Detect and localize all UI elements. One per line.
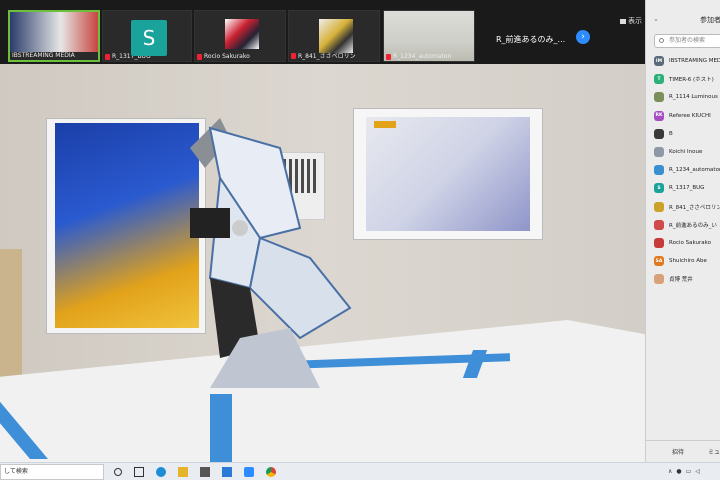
view-button[interactable]: 表示 (620, 16, 642, 26)
participant-avatar (654, 147, 664, 158)
participant-row[interactable]: Rocio Sakurako (654, 234, 720, 252)
participant-avatar (654, 92, 664, 103)
participant-row[interactable]: R_841_ささペロリン (654, 198, 720, 216)
network-icon[interactable]: ▭ (686, 468, 692, 475)
participant-avatar (654, 165, 664, 176)
participant-row[interactable]: 貞博 荒井 (654, 270, 720, 288)
participant-list: IM IBSTREAMING MEDI T TIMER-6 (ホスト) R_1114 L… (654, 52, 720, 288)
participant-row[interactable]: RK Referee KIUCHI (654, 107, 720, 125)
participant-name: B (669, 130, 673, 137)
participants-panel: ⌄ 参加者 参加者の検索 IM IBSTREAMING MEDI T TIMER-6 … (645, 0, 720, 462)
video-tape (210, 394, 232, 462)
video-shelf (0, 249, 22, 379)
participant-name: TIMER-6 (ホスト) (669, 77, 714, 84)
thumbnail-label: IBSTREAMING MEDIA (12, 52, 75, 59)
thumbnail-r1234[interactable]: R_1234_automaton (383, 10, 475, 62)
thumbnail-label: R_841_ささペロリン (291, 51, 356, 60)
avatar: S (131, 20, 167, 56)
mic-muted-icon (105, 53, 110, 60)
participant-name: Rocio Sakurako (669, 239, 711, 246)
mic-muted-icon (386, 53, 391, 60)
thumbnail-video (319, 19, 353, 53)
participant-avatar (654, 128, 664, 139)
zoom-icon[interactable] (244, 467, 254, 477)
system-tray: ∧ ● ▭ ◁ (668, 468, 700, 475)
participant-name: R_841_ささペロリン (669, 204, 720, 211)
participant-row[interactable]: R_1234_automaton (654, 161, 720, 179)
search-icon (659, 38, 664, 43)
grid-icon (620, 18, 626, 24)
participant-name: Koichi Inoue (669, 149, 703, 156)
participant-search-input[interactable]: 参加者の検索 (654, 34, 720, 48)
thumbnail-strip: IBSTREAMING MEDIA R_1317_BUG S Rocio Sak… (0, 0, 645, 64)
mic-muted-icon (291, 52, 296, 59)
next-page-button[interactable]: › (576, 30, 590, 44)
participant-avatar (654, 274, 664, 285)
thumbnail-rocio[interactable]: Rocio Sakurako (194, 10, 286, 62)
chevron-down-icon[interactable]: ⌄ (653, 15, 659, 23)
thumbnail-r841[interactable]: R_841_ささペロリン (288, 10, 380, 62)
participant-avatar: IM (654, 56, 664, 67)
mute-all-button[interactable]: ミュ (708, 447, 720, 456)
participant-row[interactable]: SA Shuichiro Abe (654, 252, 720, 270)
mail-icon[interactable] (222, 467, 232, 477)
active-speaker-name: R_前進あるのみ_... (496, 35, 566, 44)
participant-name: R_1114 Luminous (669, 94, 718, 101)
participant-avatar: T (654, 74, 664, 85)
main-video (0, 64, 645, 462)
thumbnail-video (10, 12, 98, 52)
panel-footer: 招待 ミュ (646, 440, 720, 462)
invite-button[interactable]: 招待 (672, 447, 684, 456)
participant-name: R_1317_BUG (669, 185, 705, 192)
mic-muted-icon (197, 53, 202, 60)
participant-row[interactable]: B (654, 125, 720, 143)
participant-row[interactable]: S R_1317_BUG (654, 179, 720, 197)
panel-header: ⌄ 参加者 (646, 0, 720, 34)
video-robot (190, 118, 352, 388)
participant-avatar: S (654, 183, 664, 194)
zoom-window: IBSTREAMING MEDIA R_1317_BUG S Rocio Sak… (0, 0, 720, 480)
file-explorer-icon[interactable] (178, 467, 188, 477)
thumbnail-ibstreaming[interactable]: IBSTREAMING MEDIA (8, 10, 100, 62)
panel-title: 参加者 (700, 16, 720, 24)
participant-row[interactable]: R_前進あるのみ_い (654, 216, 720, 234)
thumbnail-label: R_1234_automaton (386, 53, 451, 60)
participant-row[interactable]: IM IBSTREAMING MEDI (654, 52, 720, 70)
cortana-icon[interactable] (114, 468, 122, 476)
volume-icon[interactable]: ◁ (695, 468, 700, 475)
store-icon[interactable] (200, 467, 210, 477)
participant-row[interactable]: Koichi Inoue (654, 143, 720, 161)
participant-name: 貞博 荒井 (669, 277, 693, 284)
participant-row[interactable]: R_1114 Luminous (654, 88, 720, 106)
task-view-icon[interactable] (134, 467, 144, 477)
chevron-up-icon[interactable]: ∧ (668, 468, 672, 475)
participant-name: R_前進あるのみ_い (669, 222, 717, 229)
chrome-icon[interactable] (266, 467, 276, 477)
participant-row[interactable]: T TIMER-6 (ホスト) (654, 70, 720, 88)
participant-name: Referee KIUCHI (669, 112, 711, 119)
participant-avatar (654, 219, 664, 230)
taskbar-search-box[interactable]: して検索 (0, 464, 104, 480)
participant-name: IBSTREAMING MEDI (669, 58, 720, 65)
participant-name: R_1234_automaton (669, 167, 720, 174)
microphone-icon[interactable]: ● (676, 468, 681, 475)
thumbnail-video (225, 19, 259, 49)
participant-avatar: SA (654, 256, 664, 267)
windows-taskbar: して検索 ∧ ● ▭ ◁ (0, 462, 720, 480)
chevron-right-icon: › (581, 32, 585, 42)
video-poster-right (353, 108, 543, 240)
edge-icon[interactable] (156, 467, 166, 477)
thumbnail-label: Rocio Sakurako (197, 53, 250, 60)
participant-avatar (654, 201, 664, 212)
participant-avatar (654, 237, 664, 248)
participant-avatar: RK (654, 110, 664, 121)
participant-name: Shuichiro Abe (669, 258, 707, 265)
